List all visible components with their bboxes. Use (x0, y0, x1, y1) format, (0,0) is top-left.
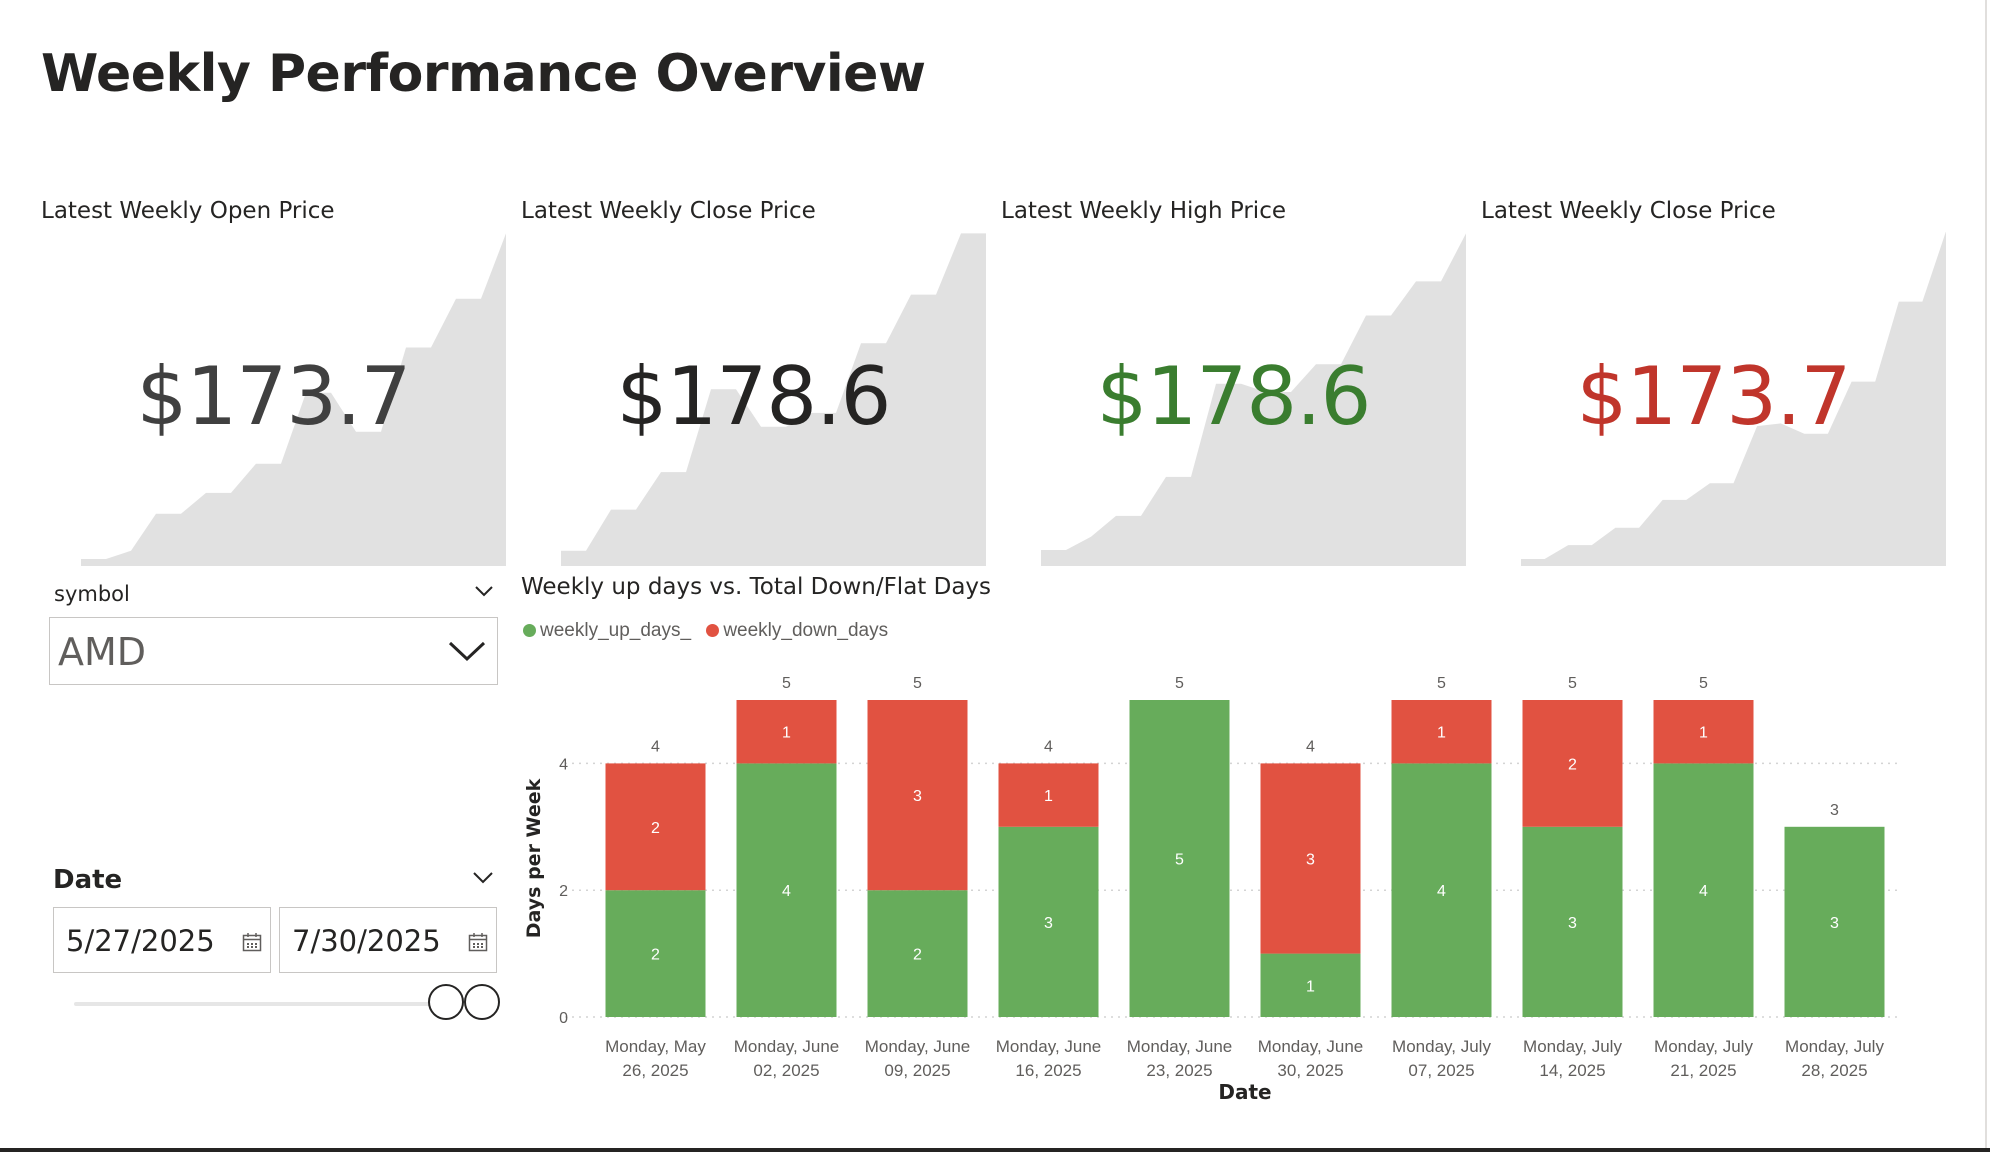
page-edge (1985, 0, 1987, 1152)
total-label: 3 (1830, 802, 1839, 819)
x-tick-label: Monday, July (1785, 1037, 1884, 1056)
calendar-icon[interactable] (468, 932, 488, 952)
data-label-up: 4 (1437, 883, 1446, 900)
x-tick-label: 16, 2025 (1015, 1061, 1081, 1080)
data-label-up: 2 (913, 947, 922, 964)
x-tick-label: Monday, May (605, 1037, 706, 1056)
data-label-down: 1 (782, 725, 791, 742)
data-label-down: 2 (1568, 756, 1577, 773)
data-label-up: 4 (782, 883, 791, 900)
data-label-down: 1 (1437, 725, 1446, 742)
symbol-dropdown[interactable]: AMD (49, 617, 498, 685)
total-label: 5 (1175, 675, 1184, 692)
symbol-dropdown-value: AMD (58, 630, 147, 674)
date-slicer-label: Date (53, 865, 123, 895)
x-tick-label: Monday, June (1127, 1037, 1233, 1056)
x-tick-label: Monday, July (1654, 1037, 1753, 1056)
y-tick-label: 2 (559, 883, 568, 900)
x-tick-label: Monday, June (865, 1037, 971, 1056)
card-weekly-close[interactable]: Latest Weekly Close Price $178.6 (521, 190, 986, 566)
card-title: Latest Weekly High Price (1001, 198, 1286, 224)
total-label: 5 (782, 675, 791, 692)
date-start-input[interactable]: 5/27/2025 (53, 907, 271, 973)
page-title: Weekly Performance Overview (41, 44, 926, 104)
date-range-slider-start-handle[interactable] (428, 984, 464, 1020)
card-value: $173.7 (1576, 350, 1852, 443)
x-axis-label: Date (1218, 1080, 1271, 1104)
card-weekly-open[interactable]: Latest Weekly Open Price $173.7 (41, 190, 506, 566)
card-title: Latest Weekly Close Price (521, 198, 816, 224)
stacked-bar-chart: 0 2 4 Days per Week 2 2 4 Monday, May 26, 2025 4 1… (523, 675, 1900, 1104)
date-end-input[interactable]: 7/30/2025 (279, 907, 497, 973)
total-label: 5 (1437, 675, 1446, 692)
chart-legend: weekly_up_days_ weekly_down_days (523, 620, 898, 642)
total-label: 5 (913, 675, 922, 692)
x-tick-label: 14, 2025 (1539, 1061, 1605, 1080)
date-start-value: 5/27/2025 (66, 924, 215, 958)
x-tick-label: Monday, June (996, 1037, 1102, 1056)
chevron-down-icon[interactable] (474, 584, 494, 598)
x-tick-label: 07, 2025 (1408, 1061, 1474, 1080)
data-label-up: 1 (1306, 978, 1315, 995)
x-tick-label: Monday, July (1523, 1037, 1622, 1056)
data-label-down: 1 (1699, 725, 1708, 742)
x-tick-label: 09, 2025 (884, 1061, 950, 1080)
x-tick-label: 23, 2025 (1146, 1061, 1212, 1080)
card-title: Latest Weekly Open Price (41, 198, 335, 224)
x-tick-label: 30, 2025 (1277, 1061, 1343, 1080)
data-label-down: 2 (651, 820, 660, 837)
date-end-value: 7/30/2025 (292, 924, 441, 958)
card-value: $178.6 (616, 350, 892, 443)
calendar-icon[interactable] (242, 932, 262, 952)
total-label: 4 (651, 738, 660, 755)
total-label: 5 (1568, 675, 1577, 692)
data-label-up: 4 (1699, 883, 1708, 900)
data-label-up: 3 (1568, 915, 1577, 932)
x-tick-label: 28, 2025 (1801, 1061, 1867, 1080)
chart-title: Weekly up days vs. Total Down/Flat Days (521, 574, 992, 600)
x-tick-label: Monday, July (1392, 1037, 1491, 1056)
legend-item-down[interactable]: weekly_down_days (706, 620, 888, 642)
data-label-down: 1 (1044, 788, 1053, 805)
total-label: 4 (1044, 738, 1053, 755)
x-tick-label: Monday, June (734, 1037, 840, 1056)
y-axis-label: Days per Week (523, 778, 545, 938)
data-label-down: 3 (1306, 852, 1315, 869)
legend-dot (523, 624, 536, 637)
card-title: Latest Weekly Close Price (1481, 198, 1776, 224)
data-label-up: 3 (1830, 915, 1839, 932)
y-tick-label: 4 (559, 756, 568, 773)
chevron-down-icon[interactable] (447, 638, 487, 664)
chevron-down-icon[interactable] (472, 870, 494, 884)
x-tick-label: 02, 2025 (753, 1061, 819, 1080)
legend-label: weekly_down_days (723, 620, 889, 641)
page-bottom-border (0, 1148, 1990, 1152)
card-value: $173.7 (136, 350, 412, 443)
card-value: $178.6 (1096, 350, 1372, 443)
legend-label: weekly_up_days_ (540, 620, 692, 641)
data-label-up: 3 (1044, 915, 1053, 932)
total-label: 5 (1699, 675, 1708, 692)
data-label-up: 2 (651, 947, 660, 964)
y-tick-label: 0 (559, 1010, 568, 1027)
legend-item-up[interactable]: weekly_up_days_ (523, 620, 691, 642)
x-tick-label: 26, 2025 (622, 1061, 688, 1080)
total-label: 4 (1306, 738, 1315, 755)
symbol-slicer-label: symbol (54, 582, 130, 606)
card-weekly-high[interactable]: Latest Weekly High Price $178.6 (1001, 190, 1466, 566)
date-range-slider-track[interactable] (74, 1002, 444, 1006)
legend-dot (706, 624, 720, 637)
date-range-slider-end-handle[interactable] (464, 984, 500, 1020)
card-weekly-close-2[interactable]: Latest Weekly Close Price $173.7 (1481, 190, 1946, 566)
x-tick-label: 21, 2025 (1670, 1061, 1736, 1080)
data-label-down: 3 (913, 788, 922, 805)
x-tick-label: Monday, June (1258, 1037, 1364, 1056)
data-label-up: 5 (1175, 852, 1184, 869)
